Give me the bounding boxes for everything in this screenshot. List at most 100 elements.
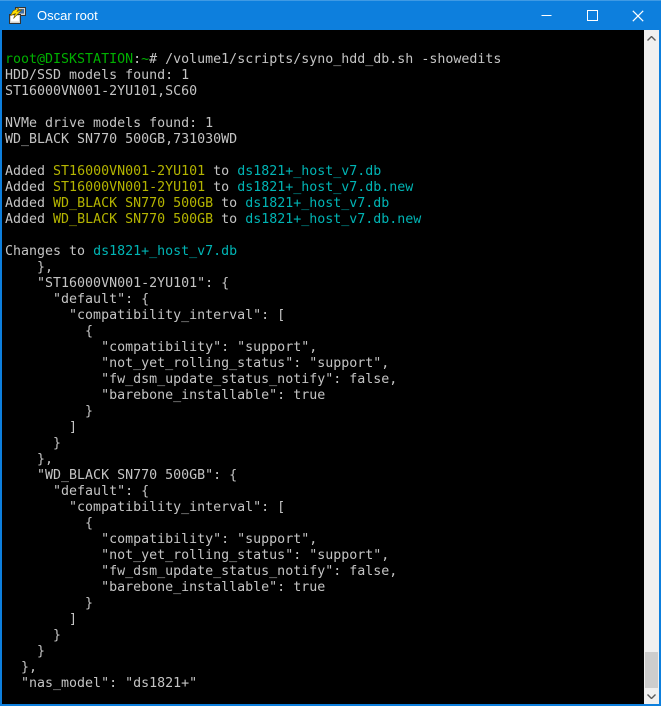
terminal-line: ST16000VN001-2YU101,SC60 [5, 84, 644, 100]
terminal-line: "WD_BLACK SN770 500GB": { [5, 468, 644, 484]
terminal-text-segment: ds1821+_host_v7.db.new [237, 180, 413, 195]
terminal-text-segment: ds1821+_host_v7.db.new [245, 212, 421, 227]
terminal-line: Added WD_BLACK SN770 500GB to ds1821+_ho… [5, 196, 644, 212]
terminal-text-segment: Changes to [5, 244, 93, 259]
scrollbar-thumb[interactable] [645, 652, 658, 688]
minimize-icon [541, 10, 552, 21]
scroll-up-button[interactable] [644, 30, 659, 46]
terminal-text-segment: to [213, 196, 245, 211]
terminal-text-segment: "ST16000VN001-2YU101": { [5, 276, 229, 291]
terminal-text-segment: "default": { [5, 292, 149, 307]
terminal-line: } [5, 644, 644, 660]
terminal-line: Added WD_BLACK SN770 500GB to ds1821+_ho… [5, 212, 644, 228]
terminal-text-segment: "default": { [5, 484, 149, 499]
terminal-text-segment: ~ [141, 52, 149, 67]
terminal-line: "fw_dsm_update_status_notify": false, [5, 564, 644, 580]
putty-window: Oscar root root@DISKSTATION:~# /volume1/… [0, 0, 661, 706]
window-title: Oscar root [37, 8, 523, 23]
terminal-text-segment: } [5, 404, 93, 419]
terminal-line: "fw_dsm_update_status_notify": false, [5, 372, 644, 388]
terminal-text-segment: "compatibility": "support", [5, 340, 317, 355]
terminal-text-segment: "barebone_installable": true [5, 388, 325, 403]
maximize-icon [587, 10, 598, 21]
terminal-output[interactable]: root@DISKSTATION:~# /volume1/scripts/syn… [2, 43, 644, 690]
terminal-text-segment: }, [5, 260, 53, 275]
terminal-line: "ST16000VN001-2YU101": { [5, 276, 644, 292]
terminal-text-segment: } [5, 436, 61, 451]
terminal-text-segment: WD_BLACK SN770 500GB,731030WD [5, 132, 237, 147]
terminal-line: }, [5, 260, 644, 276]
terminal-line: "not_yet_rolling_status": "support", [5, 548, 644, 564]
chevron-down-icon [647, 694, 656, 699]
terminal-line: "barebone_installable": true [5, 580, 644, 596]
terminal-text-segment: { [5, 516, 93, 531]
terminal-text-segment: ST16000VN001-2YU101,SC60 [5, 84, 197, 99]
terminal-text-segment: to [213, 212, 245, 227]
title-bar[interactable]: Oscar root [0, 0, 661, 30]
terminal-text-segment: to [205, 180, 237, 195]
terminal-line: } [5, 404, 644, 420]
terminal-text-segment: ] [5, 420, 77, 435]
terminal-line: "not_yet_rolling_status": "support", [5, 356, 644, 372]
terminal-text-segment: "compatibility_interval": [ [5, 308, 285, 323]
terminal-line: "compatibility_interval": [ [5, 308, 644, 324]
terminal-text-segment: "WD_BLACK SN770 500GB": { [5, 468, 237, 483]
terminal-line: { [5, 516, 644, 532]
terminal-text-segment: { [5, 324, 93, 339]
terminal-text-segment: ds1821+_host_v7.db [237, 164, 381, 179]
terminal-line: ] [5, 420, 644, 436]
terminal-text-segment: "compatibility_interval": [ [5, 500, 285, 515]
terminal-line: } [5, 436, 644, 452]
terminal-line: WD_BLACK SN770 500GB,731030WD [5, 132, 644, 148]
terminal-text-segment: "compatibility": "support", [5, 532, 317, 547]
terminal-text-segment: ds1821+_host_v7.db [245, 196, 389, 211]
terminal-text-segment: ds1821+_host_v7.db [93, 244, 237, 259]
terminal-line: "compatibility": "support", [5, 340, 644, 356]
terminal-text-segment: /volume1/scripts/syno_hdd_db.sh -showedi… [165, 52, 501, 67]
terminal-text-segment: "not_yet_rolling_status": "support", [5, 356, 389, 371]
terminal-line: "default": { [5, 292, 644, 308]
terminal-text-segment: "fw_dsm_update_status_notify": false, [5, 564, 397, 579]
putty-terminal-icon[interactable] [8, 6, 28, 26]
terminal-text-segment: "not_yet_rolling_status": "support", [5, 548, 389, 563]
terminal-line: "compatibility_interval": [ [5, 500, 644, 516]
terminal-line: { [5, 324, 644, 340]
terminal-line: "nas_model": "ds1821+" [5, 676, 644, 690]
terminal-line: } [5, 596, 644, 612]
terminal-text-segment: Added [5, 196, 53, 211]
terminal-text-segment: HDD/SSD models found: 1 [5, 68, 189, 83]
terminal-line: "compatibility": "support", [5, 532, 644, 548]
window-content: root@DISKSTATION:~# /volume1/scripts/syn… [2, 30, 659, 704]
terminal-line [5, 100, 644, 116]
terminal-line: }, [5, 452, 644, 468]
terminal-line: } [5, 628, 644, 644]
terminal-line [5, 228, 644, 244]
terminal-text-segment: }, [5, 452, 53, 467]
terminal-line: NVMe drive models found: 1 [5, 116, 644, 132]
terminal-text-segment: WD_BLACK SN770 500GB [53, 212, 213, 227]
terminal-text-segment: to [205, 164, 237, 179]
scroll-down-button[interactable] [644, 688, 659, 704]
terminal-text-segment: } [5, 644, 45, 659]
terminal-line: Changes to ds1821+_host_v7.db [5, 244, 644, 260]
terminal-text-segment: ] [5, 612, 77, 627]
terminal-line: "default": { [5, 484, 644, 500]
terminal-text-segment: Added [5, 180, 53, 195]
terminal-text-segment: Added [5, 164, 53, 179]
maximize-button[interactable] [569, 1, 615, 30]
close-button[interactable] [615, 1, 661, 30]
minimize-button[interactable] [523, 1, 569, 30]
terminal-text-segment: WD_BLACK SN770 500GB [53, 196, 213, 211]
terminal-line [5, 148, 644, 164]
terminal-line: Added ST16000VN001-2YU101 to ds1821+_hos… [5, 180, 644, 196]
terminal-text-segment: NVMe drive models found: 1 [5, 116, 213, 131]
close-icon [632, 10, 644, 22]
terminal-text-segment: Added [5, 212, 53, 227]
scrollbar[interactable] [644, 30, 659, 704]
terminal-line: "barebone_installable": true [5, 388, 644, 404]
terminal-line: }, [5, 660, 644, 676]
terminal-line: Added ST16000VN001-2YU101 to ds1821+_hos… [5, 164, 644, 180]
terminal-text-segment: ST16000VN001-2YU101 [53, 164, 205, 179]
terminal-text-segment: } [5, 596, 93, 611]
terminal-line: HDD/SSD models found: 1 [5, 68, 644, 84]
